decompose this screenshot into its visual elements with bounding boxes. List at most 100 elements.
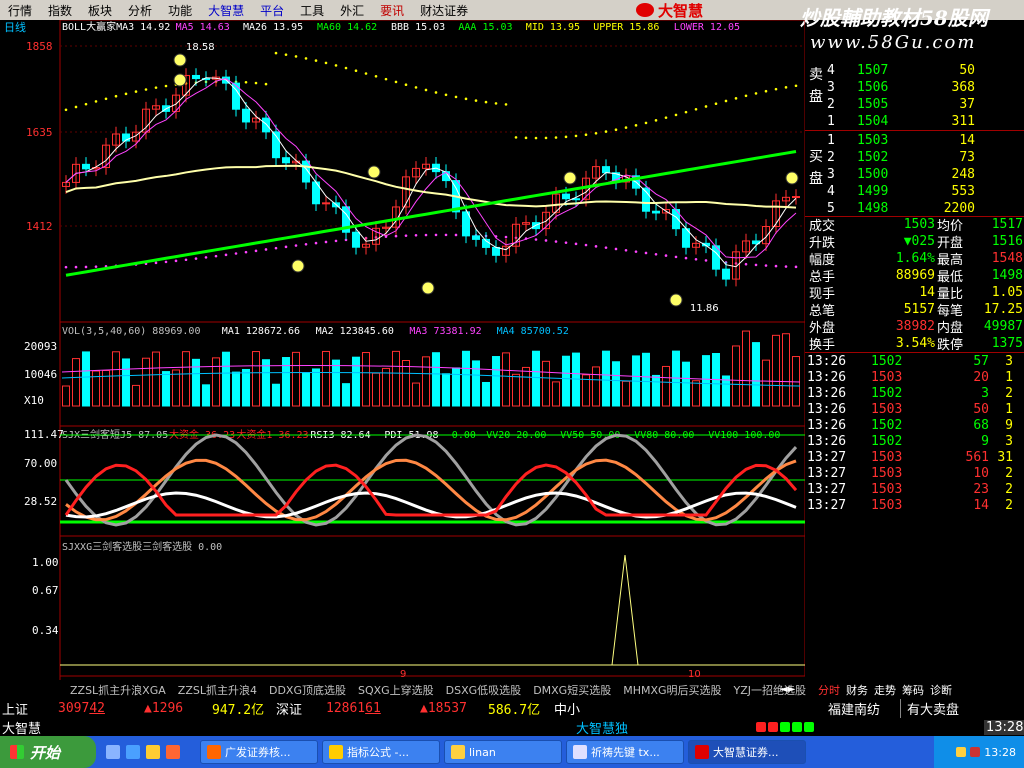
tick-row[interactable]: 13:27 1503 14 2 (805, 497, 1024, 513)
menu-item-platform[interactable]: 平台 (252, 2, 292, 19)
tray-icon[interactable] (970, 747, 981, 757)
tick-row[interactable]: 13:27 1503 10 2 (805, 465, 1024, 481)
tick-row[interactable]: 13:27 1503 23 2 (805, 481, 1024, 497)
stat-row[interactable]: 成交 1503 均价 1517 (805, 216, 1024, 234)
notepad-icon (573, 745, 587, 759)
taskbar-item-linan[interactable]: linan (444, 740, 562, 764)
menu-item-function[interactable]: 功能 (160, 2, 200, 19)
desktop-icon[interactable] (106, 745, 120, 759)
menu-item-tools[interactable]: 工具 (292, 2, 332, 19)
ie-icon[interactable] (126, 745, 140, 759)
boll-upper-dot (444, 93, 448, 97)
indicator-tab[interactable]: DDXG顶底选股 (269, 682, 346, 698)
app-status-bar: 大智慧 大智慧独 13:28 (0, 718, 1024, 737)
boll-upper-dot (104, 97, 108, 101)
view-tab[interactable]: 走势 (874, 682, 896, 698)
view-tab[interactable]: 分时 (818, 682, 840, 698)
x-tick-label: 10 (688, 669, 701, 680)
boll-upper-dot (774, 87, 778, 91)
candle-body (282, 157, 290, 164)
stat-row[interactable]: 外盘 38982 内盘 49987 (805, 318, 1024, 336)
stat-value: 88969 (895, 267, 935, 283)
menu-item-analysis[interactable]: 分析 (120, 2, 160, 19)
buy-level-row[interactable]: 3 1500 248 (805, 166, 1024, 182)
index2-name[interactable]: 深证 (276, 699, 302, 718)
tick-row[interactable]: 13:26 1503 50 1 (805, 401, 1024, 417)
tick-time: 13:26 (807, 353, 847, 369)
volume-bar (792, 356, 800, 407)
tray-icon[interactable] (956, 747, 967, 757)
site-url: www.58Gu.com (810, 32, 977, 53)
menu-item-quotes[interactable]: 行情 (0, 2, 40, 19)
buy-level-row[interactable]: 1 1503 14 (805, 132, 1024, 148)
boll-lower-dot (74, 265, 78, 269)
start-button[interactable]: 开始 (0, 736, 96, 768)
taskbar-item-formula[interactable]: 指标公式 -... (322, 740, 440, 764)
boll-indicator-label: LOWER 12.05 (674, 22, 740, 33)
menu-item-forex[interactable]: 外汇 (332, 2, 372, 19)
tick-row[interactable]: 13:26 1502 9 3 (805, 433, 1024, 449)
indicator-tab[interactable]: SQXG上穿选股 (358, 682, 434, 698)
indicator-tab[interactable]: DMXG短买选股 (533, 682, 611, 698)
volume-bar (272, 383, 280, 407)
boll-upper-dot (714, 102, 718, 105)
volume-bar (432, 352, 440, 407)
volume-bar (332, 359, 340, 407)
stat-row[interactable]: 升跌 ▼025 开盘 1516 (805, 233, 1024, 251)
boll-upper-dot (724, 99, 728, 103)
tick-row[interactable]: 13:26 1502 3 2 (805, 385, 1024, 401)
app-icon[interactable] (166, 745, 180, 759)
stat-row[interactable]: 现手 14 量比 1.05 (805, 284, 1024, 302)
buy-level-row[interactable]: 5 1498 2200 (805, 200, 1024, 216)
bid-price: 1504 (857, 113, 889, 129)
tab-scroll-icon[interactable]: ◄► (780, 684, 795, 695)
window-icon (329, 745, 343, 759)
volume-bar (142, 357, 150, 407)
sell-level-row[interactable]: 4 1507 50 (805, 62, 1024, 78)
index1-name[interactable]: 上证 (2, 699, 28, 718)
stat-row[interactable]: 总笔 5157 每笔 17.25 (805, 301, 1024, 319)
folder-icon[interactable] (146, 745, 160, 759)
boll-upper-dot (554, 136, 558, 139)
menu-item-broker[interactable]: 财达证券 (412, 2, 476, 19)
sell-level-row[interactable]: 3 1506 368 (805, 79, 1024, 95)
signal-smiley-icon (367, 165, 381, 179)
boll-upper-dot (464, 97, 468, 101)
volume-bar (282, 357, 290, 407)
volume-bar (652, 374, 660, 407)
taskbar-item-notepad[interactable]: 祈祷先键 tx... (566, 740, 684, 764)
stock-chart[interactable]: 日线1858 1635 1412 BOLL大赢家MA3 14.92 MA5 14.63 M… (0, 20, 805, 680)
menu-item-dzh[interactable]: 大智慧 (200, 2, 252, 19)
menu-item-sector[interactable]: 板块 (80, 2, 120, 19)
sell-level-row[interactable]: 1 1504 311 (805, 113, 1024, 129)
indicator-tab[interactable]: ZZSL抓主升浪XGA (70, 682, 166, 698)
tick-row[interactable]: 13:26 1503 20 1 (805, 369, 1024, 385)
stat-row[interactable]: 幅度 1.64% 最高 1548 (805, 250, 1024, 268)
taskbar-item-broker[interactable]: 广发证券核... (200, 740, 318, 764)
indicator-tab[interactable]: DSXG低吸选股 (446, 682, 522, 698)
menu-item-index[interactable]: 指数 (40, 2, 80, 19)
volume-bar (602, 350, 610, 407)
tick-time: 13:26 (807, 385, 847, 401)
view-tab[interactable]: 财务 (846, 682, 868, 698)
tick-row[interactable]: 13:26 1502 57 3 (805, 353, 1024, 369)
tick-row[interactable]: 13:27 1503 561 31 (805, 449, 1024, 465)
sell-level-row[interactable]: 2 1505 37 (805, 96, 1024, 112)
view-tab[interactable]: 诊断 (930, 682, 952, 698)
stat-row[interactable]: 总手 88969 最低 1498 (805, 267, 1024, 285)
taskbar-item-dzh[interactable]: 大智慧证券... (688, 740, 806, 764)
menu-item-news[interactable]: 要讯 (372, 2, 412, 19)
indicator-tab[interactable]: ZZSL抓主升浪4 (178, 682, 257, 698)
volume-bar (372, 372, 380, 407)
boll-upper-dot (124, 92, 128, 96)
oscillator-tick-label: 70.00 (24, 457, 57, 470)
view-tab[interactable]: 筹码 (902, 682, 924, 698)
boll-upper-dot (334, 64, 338, 67)
indicator-tab[interactable]: MHMXG明后买选股 (623, 682, 721, 698)
index3-name[interactable]: 中小 (554, 699, 580, 718)
buy-level-row[interactable]: 4 1499 553 (805, 183, 1024, 199)
candle-body (322, 202, 330, 205)
tick-row[interactable]: 13:26 1502 68 9 (805, 417, 1024, 433)
buy-level-row[interactable]: 2 1502 73 (805, 149, 1024, 165)
stat-row[interactable]: 换手 3.54% 跌停 1375 (805, 335, 1024, 353)
